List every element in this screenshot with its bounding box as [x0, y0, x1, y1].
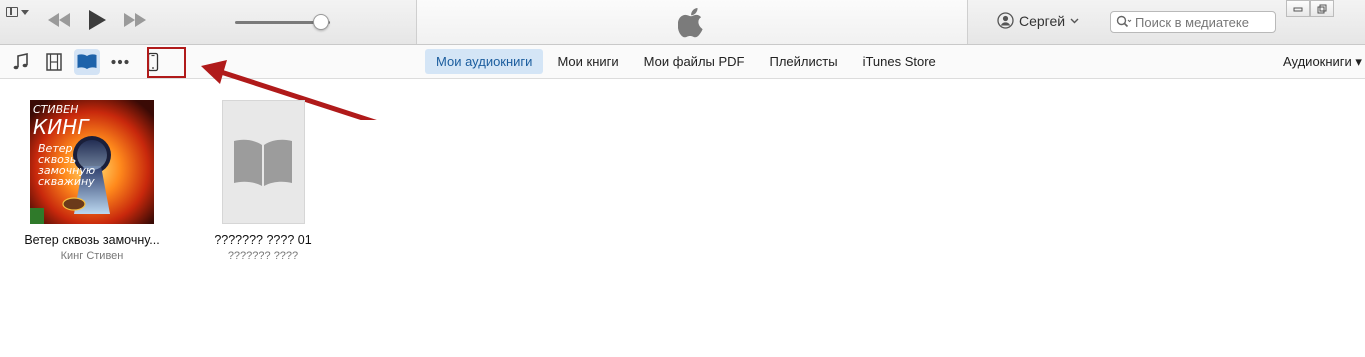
- volume-slider[interactable]: [235, 14, 330, 30]
- restore-icon: [1317, 4, 1327, 13]
- audiobook-cover-art: СТИВЕН КИНГ Ветер сквозь замочную скважи…: [30, 100, 154, 224]
- book-author: ??????? ????: [227, 250, 299, 262]
- film-icon: [46, 53, 62, 71]
- minimize-icon: [1293, 7, 1303, 11]
- window-controls: [1286, 0, 1334, 17]
- tab-my-books[interactable]: Мои книги: [546, 49, 629, 74]
- book-author: Кинг Стивен: [60, 250, 124, 262]
- books-button[interactable]: [74, 49, 100, 75]
- status-display: [416, 0, 968, 44]
- transport-controls: [46, 8, 148, 32]
- cover-text-line: скважину: [38, 175, 95, 188]
- tab-itunes-store[interactable]: iTunes Store: [852, 49, 947, 74]
- device-highlight-box: [147, 47, 186, 78]
- music-button[interactable]: [8, 49, 34, 75]
- previous-button[interactable]: [46, 11, 72, 29]
- play-button[interactable]: [86, 8, 108, 32]
- cover-text-line: КИНГ: [33, 115, 90, 139]
- minimize-button[interactable]: [1286, 0, 1310, 17]
- book-item[interactable]: СТИВЕН КИНГ Ветер сквозь замочную скважи…: [12, 100, 172, 262]
- fast-forward-icon: [124, 13, 146, 27]
- volume-knob[interactable]: [313, 14, 329, 30]
- placeholder-book-icon: [234, 139, 292, 186]
- play-icon: [89, 10, 106, 30]
- tab-my-pdf-files[interactable]: Мои файлы PDF: [633, 49, 756, 74]
- book-item[interactable]: ??????? ???? 01 ??????? ????: [183, 100, 343, 262]
- media-kind-selector: [8, 49, 166, 75]
- next-button[interactable]: [122, 11, 148, 29]
- restore-button[interactable]: [1310, 0, 1334, 17]
- search-input[interactable]: [1135, 14, 1265, 30]
- music-note-icon: [13, 53, 28, 70]
- library-search[interactable]: [1110, 11, 1276, 33]
- tab-playlists[interactable]: Плейлисты: [758, 49, 848, 74]
- library-tabs: Мои аудиокниги Мои книги Мои файлы PDF П…: [425, 49, 947, 74]
- user-icon: [997, 12, 1014, 29]
- player-bar: Сергей: [0, 0, 1365, 45]
- book-cover: [221, 100, 305, 224]
- book-title: Ветер сквозь замочну...: [24, 233, 160, 247]
- search-icon: [1116, 15, 1132, 28]
- book-title: ??????? ???? 01: [214, 233, 312, 247]
- book-icon: [77, 54, 97, 69]
- more-dots-icon: [111, 59, 129, 65]
- view-selector[interactable]: Аудиокниги ▾: [1283, 54, 1362, 70]
- account-menu[interactable]: Сергей: [997, 12, 1079, 29]
- chevron-down-icon: [21, 9, 29, 15]
- tab-my-audiobooks[interactable]: Мои аудиокниги: [425, 49, 544, 74]
- account-name: Сергей: [1019, 12, 1066, 29]
- more-button[interactable]: [107, 49, 133, 75]
- chevron-down-icon: [1070, 18, 1079, 23]
- window-menu-button[interactable]: [6, 5, 32, 19]
- sidebar-toggle-icon: [6, 7, 18, 17]
- movies-button[interactable]: [41, 49, 67, 75]
- book-cover: СТИВЕН КИНГ Ветер сквозь замочную скважи…: [30, 100, 154, 224]
- apple-logo-icon: [678, 8, 703, 38]
- rewind-icon: [48, 13, 70, 27]
